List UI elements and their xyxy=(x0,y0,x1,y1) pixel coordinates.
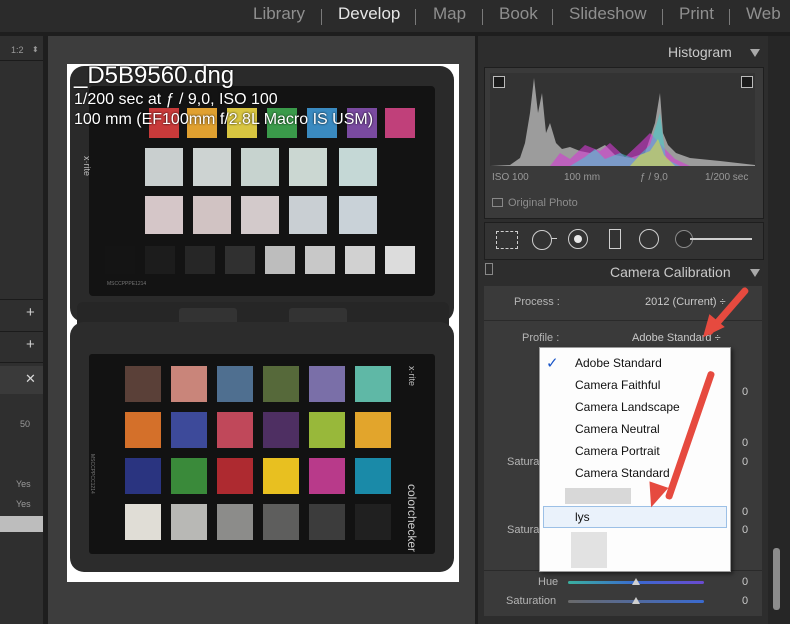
profile-menu: ✓ Adobe Standard Camera Faithful Camera … xyxy=(539,347,731,572)
zoom-stepper-icon[interactable]: ⬍ xyxy=(32,45,39,54)
history-header xyxy=(0,366,43,394)
module-separator xyxy=(662,9,663,25)
red-eye-icon[interactable] xyxy=(568,229,588,249)
spot-removal-icon[interactable] xyxy=(532,230,552,250)
histogram-graph[interactable] xyxy=(490,73,755,166)
history-value-yes: Yes xyxy=(16,479,31,489)
blue-saturation-thumb[interactable] xyxy=(632,597,640,604)
profile-option-camera-portrait[interactable]: Camera Portrait xyxy=(575,444,660,458)
histogram-aperture: ƒ / 9,0 xyxy=(640,172,668,183)
histogram-title[interactable]: Histogram xyxy=(668,44,732,60)
photo-filename: _D5B9560.dng xyxy=(74,62,235,89)
card-serial-bottom: MSCCPPCC1214 xyxy=(89,454,95,494)
add-snapshot-icon[interactable]: + xyxy=(26,336,35,353)
divider xyxy=(0,60,43,61)
spot-removal-tail xyxy=(551,238,557,239)
module-book[interactable]: Book xyxy=(499,4,538,24)
graduated-filter-icon[interactable] xyxy=(609,229,621,249)
profile-option-custom[interactable]: lys xyxy=(575,510,590,524)
module-develop[interactable]: Develop xyxy=(338,4,400,24)
colorchecker-photo xyxy=(67,64,459,582)
left-panel: 1:2 ⬍ + + ✕ 50 Yes Yes xyxy=(0,36,43,624)
module-map[interactable]: Map xyxy=(433,4,466,24)
panel-toggle-switch[interactable] xyxy=(485,263,493,275)
card-brand: x·rite xyxy=(407,366,417,386)
clear-history-icon[interactable]: ✕ xyxy=(25,371,36,387)
blue-saturation-label: Saturation xyxy=(506,595,557,607)
red-hue-value[interactable]: 0 xyxy=(742,437,748,449)
original-photo-label: Original Photo xyxy=(508,197,578,209)
process-label: Process : xyxy=(514,296,560,308)
photo-lens: 100 mm (EF100mm f/2.8L Macro IS USM) xyxy=(74,111,374,128)
divider xyxy=(0,299,43,300)
zoom-ratio[interactable]: 1:2 xyxy=(11,45,24,55)
card-serial-top: MSCCPPPE1214 xyxy=(107,281,147,287)
colorchecker-label: colorchecker xyxy=(405,484,419,553)
profile-option-highlighted[interactable] xyxy=(543,506,727,528)
card-brand: x·rite xyxy=(82,156,92,176)
photo-info-overlay: _D5B9560.dng 1/200 sec at ƒ / 9,0, ISO 1… xyxy=(74,62,373,130)
module-web[interactable]: Web xyxy=(746,4,781,24)
divider xyxy=(0,362,43,363)
scrollbar-thumb[interactable] xyxy=(773,548,780,610)
radial-filter-icon[interactable] xyxy=(639,229,659,249)
histogram-focal: 100 mm xyxy=(564,172,601,183)
blue-hue-value[interactable]: 0 xyxy=(742,576,748,588)
red-saturation-value[interactable]: 0 xyxy=(742,456,748,468)
blue-hue-label: Hue xyxy=(538,576,559,588)
shadows-tint-value[interactable]: 0 xyxy=(742,386,748,398)
brush-slider[interactable] xyxy=(690,238,752,240)
tool-strip xyxy=(484,222,764,260)
module-slideshow[interactable]: Slideshow xyxy=(569,4,647,24)
profile-option-camera-faithful[interactable]: Camera Faithful xyxy=(575,378,660,392)
crop-tool-icon[interactable] xyxy=(496,231,518,249)
history-selected-row[interactable] xyxy=(0,516,43,532)
checkmark-icon: ✓ xyxy=(546,355,559,372)
original-photo-checkbox[interactable] xyxy=(492,198,503,207)
module-separator xyxy=(415,9,416,25)
module-print[interactable]: Print xyxy=(679,4,714,24)
redacted-option[interactable] xyxy=(565,488,631,504)
redacted-option[interactable] xyxy=(571,532,607,568)
histogram-plot xyxy=(490,78,755,166)
process-dropdown[interactable]: 2012 (Current) ÷ xyxy=(645,296,726,308)
profile-label: Profile : xyxy=(522,332,560,344)
highlight-clipping-icon[interactable] xyxy=(741,76,753,88)
module-bar: Library Develop Map Book Slideshow Print… xyxy=(0,0,790,32)
module-separator xyxy=(729,9,730,25)
histogram-iso: ISO 100 xyxy=(492,172,529,183)
camera-calibration-title[interactable]: Camera Calibration xyxy=(610,264,731,280)
history-value-yes: Yes xyxy=(16,499,31,509)
photo-exposure: 1/200 sec at ƒ / 9,0, ISO 100 xyxy=(74,91,278,108)
divider xyxy=(0,331,43,332)
collapse-calibration-icon[interactable] xyxy=(750,269,760,277)
photo[interactable]: MSCCPPPE1214 MSCCPPCC1214 x·rite x·rite … xyxy=(67,64,459,582)
green-hue-value[interactable]: 0 xyxy=(742,506,748,518)
green-saturation-value[interactable]: 0 xyxy=(742,524,748,536)
blue-hue-thumb[interactable] xyxy=(632,578,640,585)
shadow-clipping-icon[interactable] xyxy=(493,76,505,88)
blue-saturation-value[interactable]: 0 xyxy=(742,595,748,607)
module-library[interactable]: Library xyxy=(253,4,305,24)
module-separator xyxy=(482,9,483,25)
profile-option-camera-neutral[interactable]: Camera Neutral xyxy=(575,422,660,436)
module-separator xyxy=(321,9,322,25)
collapse-histogram-icon[interactable] xyxy=(750,49,760,57)
profile-option-adobe-standard[interactable]: Adobe Standard xyxy=(575,356,662,370)
module-separator xyxy=(552,9,553,25)
histogram-shutter: 1/200 sec xyxy=(705,172,749,183)
profile-option-camera-standard[interactable]: Camera Standard xyxy=(575,466,670,480)
history-value: 50 xyxy=(20,419,31,429)
profile-option-camera-landscape[interactable]: Camera Landscape xyxy=(575,400,680,414)
add-preset-icon[interactable]: + xyxy=(26,304,35,321)
panel-scrollbar[interactable] xyxy=(768,36,790,624)
